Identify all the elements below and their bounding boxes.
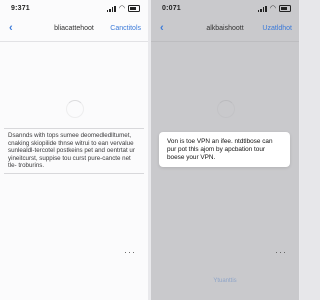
wifi-icon: ◠	[269, 4, 276, 12]
loading-spinner-icon	[66, 100, 84, 118]
comparison-canvas: 9:371 ◠ ‹ bliacattehoot Canctitols Dsann…	[0, 0, 300, 300]
nav-bar: ‹ bliacattehoot Canctitols	[0, 20, 148, 40]
battery-icon	[279, 5, 291, 12]
vpn-alert-dialog[interactable]: Von is toe VPN an ifee. ntdtlbose can pu…	[159, 132, 290, 168]
wifi-icon: ◠	[118, 4, 125, 12]
status-icons: ◠	[257, 4, 291, 12]
more-options-icon[interactable]: ···	[124, 247, 136, 257]
signal-icon	[106, 5, 116, 12]
nav-bar: ‹ alkbaishoott Uzatldhot	[151, 20, 299, 40]
status-icons: ◠	[106, 4, 140, 12]
more-options-icon[interactable]: ···	[275, 247, 287, 257]
footer-label: Ytuanttis	[213, 278, 237, 284]
right-phone-screen: 0:071 ◠ ‹ alkbaishoott Uzatldhot Von is …	[151, 0, 299, 300]
cancel-button[interactable]: Canctitols	[110, 25, 141, 32]
signal-icon	[257, 5, 267, 12]
loading-spinner-icon	[217, 100, 235, 118]
left-phone-screen: 9:371 ◠ ‹ bliacattehoot Canctitols Dsann…	[0, 0, 148, 300]
nav-action-button[interactable]: Uzatldhot	[262, 25, 292, 32]
battery-icon	[128, 5, 140, 12]
status-bar: 0:071 ◠	[151, 0, 299, 16]
nav-divider	[0, 41, 148, 42]
nav-divider	[151, 41, 299, 42]
dialog-message: Von is toe VPN an ifee. ntdtlbose can pu…	[167, 138, 273, 161]
description-text-box: Dsannds with tops sumee deomedledlltumet…	[4, 128, 144, 174]
status-time: 0:071	[162, 5, 181, 12]
status-bar: 9:371 ◠	[0, 0, 148, 16]
status-time: 9:371	[11, 5, 30, 12]
